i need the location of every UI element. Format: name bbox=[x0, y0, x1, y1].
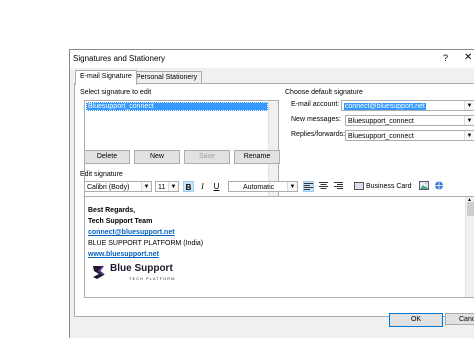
edit-signature-label: Edit signature bbox=[80, 171, 123, 178]
blue-support-logo: Blue Support TECH PLATFORM bbox=[91, 263, 181, 283]
delete-button[interactable]: Delete bbox=[84, 150, 130, 164]
chevron-down-icon[interactable]: ▼ bbox=[287, 182, 297, 191]
underline-button[interactable]: U bbox=[211, 181, 222, 192]
editor-scrollbar[interactable]: ▲ bbox=[465, 197, 474, 297]
ok-button[interactable]: OK bbox=[389, 313, 443, 327]
sig-line-platform: BLUE SUPPORT PLATFORM (India) bbox=[88, 240, 204, 247]
font-value: Calibri (Body) bbox=[87, 184, 130, 191]
font-select[interactable]: Calibri (Body) ▼ bbox=[84, 181, 152, 192]
chevron-down-icon[interactable]: ▼ bbox=[141, 182, 151, 191]
business-card-button[interactable]: Business Card bbox=[354, 181, 412, 192]
chevron-down-icon[interactable]: ▼ bbox=[168, 182, 178, 191]
replies-forwards-value: Bluesupport_connect bbox=[348, 133, 414, 140]
title-bar: Signatures and Stationery ? ✕ bbox=[70, 50, 474, 68]
default-signature-label: Choose default signature bbox=[285, 89, 363, 96]
insert-picture-icon[interactable] bbox=[418, 181, 429, 192]
scroll-thumb[interactable] bbox=[467, 202, 474, 216]
close-button[interactable]: ✕ bbox=[464, 52, 472, 63]
rename-button[interactable]: Rename bbox=[234, 150, 280, 164]
select-signature-label: Select signature to edit bbox=[80, 89, 152, 96]
align-left-icon[interactable] bbox=[303, 181, 314, 192]
tab-email-signature[interactable]: E-mail Signature bbox=[75, 70, 137, 85]
font-size-select[interactable]: 11 ▼ bbox=[155, 181, 179, 192]
save-button[interactable]: Save bbox=[184, 150, 230, 164]
sig-email-link[interactable]: connect@bluesupport.net bbox=[88, 229, 175, 236]
dialog-title: Signatures and Stationery bbox=[73, 54, 166, 63]
sig-line-regards: Best Regards, bbox=[88, 207, 136, 214]
logo-mark-icon bbox=[93, 265, 105, 279]
cancel-button[interactable]: Cancel bbox=[445, 313, 474, 325]
business-card-label: Business Card bbox=[366, 183, 412, 190]
email-account-select[interactable]: connect@bluesupport.net ▼ bbox=[341, 100, 474, 111]
email-account-label: E-mail account: bbox=[291, 101, 340, 108]
email-account-value: connect@bluesupport.net bbox=[344, 103, 426, 110]
new-messages-select[interactable]: Bluesupport_connect ▼ bbox=[345, 115, 474, 126]
logo-text: Blue Support bbox=[110, 263, 173, 274]
list-item[interactable]: Bluesupport_connect bbox=[86, 102, 268, 111]
sig-line-team: Tech Support Team bbox=[88, 218, 153, 225]
chevron-down-icon[interactable]: ▼ bbox=[464, 116, 474, 125]
chevron-down-icon[interactable]: ▼ bbox=[464, 131, 474, 140]
logo-subtext: TECH PLATFORM bbox=[129, 276, 176, 281]
italic-button[interactable]: I bbox=[197, 181, 208, 192]
chevron-down-icon[interactable]: ▼ bbox=[464, 101, 474, 110]
font-size-value: 11 bbox=[158, 184, 166, 191]
align-right-icon[interactable] bbox=[333, 181, 344, 192]
font-color-select[interactable]: Automatic ▼ bbox=[228, 181, 298, 192]
bold-button[interactable]: B bbox=[183, 181, 194, 192]
font-color-value: Automatic bbox=[243, 184, 275, 191]
replies-forwards-select[interactable]: Bluesupport_connect ▼ bbox=[345, 130, 474, 141]
insert-hyperlink-icon[interactable] bbox=[433, 181, 444, 192]
signatures-dialog: Signatures and Stationery ? ✕ E-mail Sig… bbox=[69, 49, 474, 338]
sig-website-link[interactable]: www.bluesupport.net bbox=[88, 251, 159, 258]
help-button[interactable]: ? bbox=[443, 53, 448, 63]
new-messages-label: New messages: bbox=[291, 116, 341, 123]
business-card-icon bbox=[354, 182, 364, 191]
signature-editor[interactable]: Best Regards, Tech Support Team connect@… bbox=[84, 196, 474, 298]
align-center-icon[interactable] bbox=[318, 181, 329, 192]
new-button[interactable]: New bbox=[134, 150, 180, 164]
new-messages-value: Bluesupport_connect bbox=[348, 118, 414, 125]
replies-forwards-label: Replies/forwards: bbox=[291, 131, 346, 138]
